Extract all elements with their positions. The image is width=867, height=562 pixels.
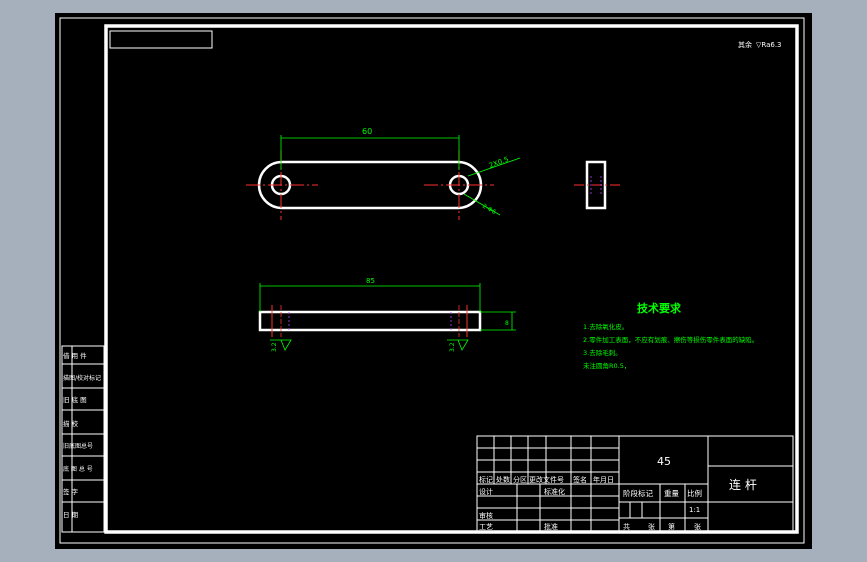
left-cell-6: 底 图 总 号 — [63, 465, 93, 473]
hole-depth-left: 3.2 — [271, 342, 278, 352]
left-cell-4: 描 校 — [63, 419, 79, 428]
tb-label-zone: 分区 — [513, 475, 527, 484]
tech-req-item-4: 未注圆角R0.5， — [583, 361, 630, 370]
tb-label-scale: 比例 — [687, 488, 702, 498]
tb-label-approve: 批准 — [544, 522, 558, 531]
dim-length: 85 — [366, 277, 375, 285]
left-cell-1: 借 用 件 — [63, 351, 87, 360]
dim-thickness: 8 — [505, 320, 509, 327]
tech-req-item-3: 3.去除毛刺。 — [583, 348, 622, 357]
left-cell-3: 旧 底 图 — [63, 395, 87, 404]
tb-label-design: 设计 — [479, 487, 493, 496]
tb-label-mark: 标记 — [479, 475, 493, 484]
hole-depth-right: 3.2 — [449, 342, 456, 352]
cad-drawing-viewport: 其余 ▽Ra6.3 60 2X0.5 2-Φ6 85 8 3.2 3.2 技术要… — [55, 13, 812, 549]
tb-label-sheet-unit2: 张 — [694, 522, 701, 531]
tech-req-heading: 技术要求 — [637, 301, 682, 315]
tb-label-standardize: 标准化 — [544, 487, 565, 496]
left-cell-2: 描图/校对标记 — [63, 374, 101, 382]
tb-label-check: 审核 — [479, 511, 493, 520]
tb-scale-value: 1:1 — [689, 506, 700, 514]
tb-label-change-doc: 更改文件号 — [529, 475, 564, 484]
tb-label-date: 年月日 — [593, 475, 614, 484]
tb-label-stage-mark: 阶段标记 — [623, 488, 653, 498]
tb-label-sheets-unit: 张 — [648, 522, 655, 531]
tb-label-weight: 重量 — [664, 489, 679, 498]
material-value: 45 — [657, 455, 671, 468]
left-cell-5: 旧底图总号 — [63, 442, 93, 450]
tb-label-sheets-total: 共 — [623, 522, 630, 531]
dim-hole-spacing: 60 — [362, 127, 372, 136]
tb-label-sign: 签名 — [573, 475, 587, 484]
tb-label-count: 处数 — [496, 475, 510, 484]
left-cell-7: 签 字 — [63, 487, 79, 496]
tech-req-item-2: 2.零件加工表面，不应有划痕、擦伤等损伤零件表面的缺陷。 — [583, 335, 758, 344]
left-cell-8: 日 期 — [63, 511, 79, 519]
roughness-note: 其余 — [738, 40, 752, 49]
tb-label-sheet-no: 第 — [668, 522, 675, 531]
roughness-symbol: ▽Ra6.3 — [756, 41, 782, 49]
part-name: 连 杆 — [729, 477, 757, 492]
tech-req-item-1: 1.去除氧化皮。 — [583, 322, 628, 331]
tb-label-process: 工艺 — [479, 523, 493, 531]
drawing-canvas — [55, 13, 812, 549]
